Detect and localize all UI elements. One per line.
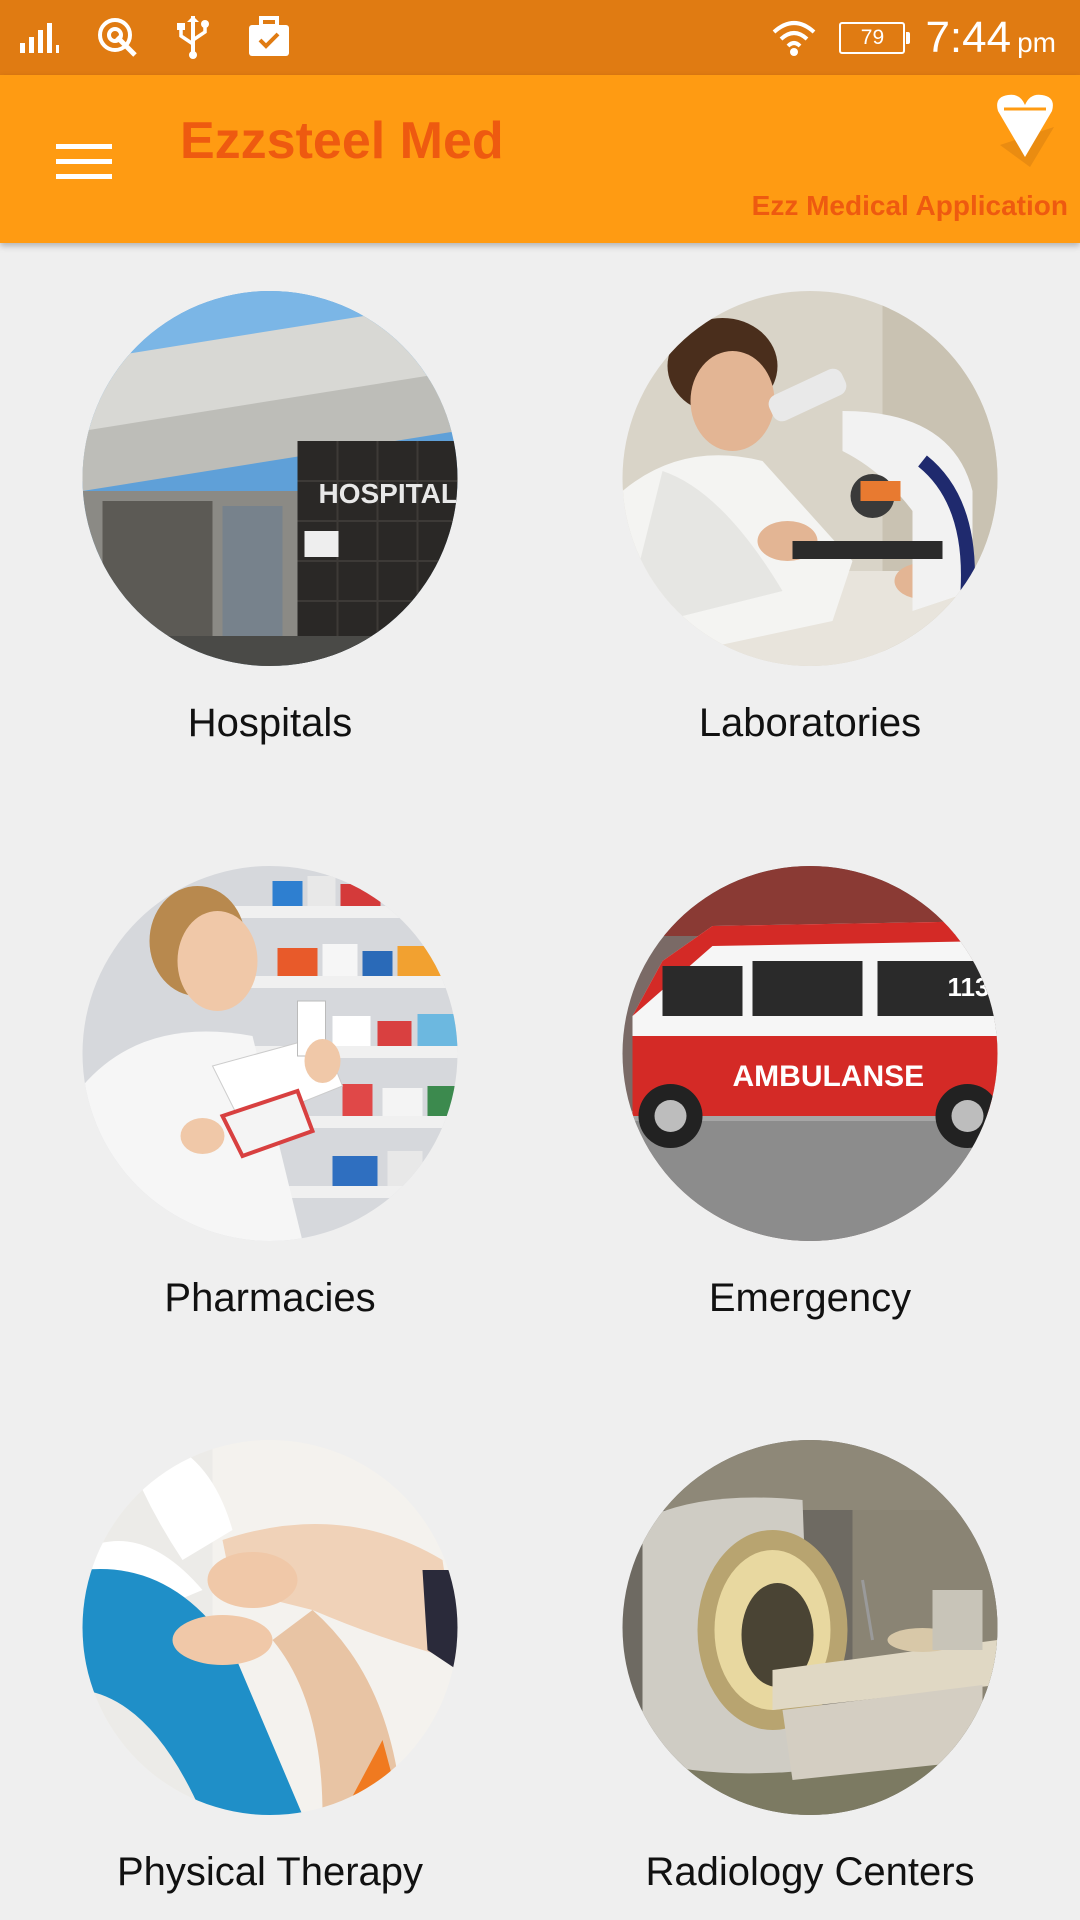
category-radiology-centers[interactable]: Radiology Centers bbox=[590, 1392, 1030, 1912]
category-laboratories[interactable]: Laboratories bbox=[590, 243, 1030, 763]
pharmacy-image bbox=[82, 866, 458, 1241]
ambulance-number: 113 bbox=[948, 972, 990, 1002]
category-label: Physical Therapy bbox=[116, 1850, 424, 1894]
usb-icon bbox=[168, 12, 218, 62]
status-bar: 79 7:44 pm bbox=[0, 0, 1080, 75]
category-label: Laboratories bbox=[698, 701, 922, 745]
physical-therapy-image bbox=[82, 1440, 458, 1815]
app-bar: Ezzsteel Med Ezz Medical Application bbox=[0, 75, 1080, 243]
clock-ampm: pm bbox=[1017, 27, 1056, 58]
category-label: Radiology Centers bbox=[645, 1850, 975, 1894]
category-physical-therapy[interactable]: Physical Therapy bbox=[50, 1392, 490, 1912]
signal-icon bbox=[16, 12, 66, 62]
battery-level: 79 bbox=[860, 26, 885, 49]
category-pharmacies[interactable]: Pharmacies bbox=[50, 818, 490, 1338]
clock-time: 7:44 bbox=[925, 13, 1012, 62]
category-label: Emergency bbox=[708, 1276, 912, 1320]
location-icon bbox=[92, 12, 142, 62]
laboratory-image bbox=[622, 291, 998, 666]
heart-logo-icon bbox=[997, 94, 1054, 167]
hamburger-icon[interactable] bbox=[48, 133, 120, 189]
app-title: Ezzsteel Med bbox=[180, 112, 504, 170]
battery-icon: 79 bbox=[839, 22, 911, 54]
work-briefcase-icon bbox=[244, 12, 294, 62]
ambulance-image: AMBULANSE 113 bbox=[622, 866, 998, 1241]
category-emergency[interactable]: AMBULANSE 113 Emergency bbox=[590, 818, 1030, 1338]
category-label: Pharmacies bbox=[164, 1276, 376, 1320]
category-label: Hospitals bbox=[187, 701, 353, 745]
hospital-image: HOSPITAL bbox=[82, 291, 458, 666]
clock: 7:44 pm bbox=[925, 13, 1056, 63]
ambulance-text: AMBULANSE bbox=[733, 1060, 925, 1093]
wifi-icon bbox=[769, 13, 819, 63]
app-subtitle: Ezz Medical Application bbox=[751, 190, 1068, 221]
radiology-image bbox=[622, 1440, 998, 1815]
category-hospitals[interactable]: HOSPITAL Hospitals bbox=[50, 243, 490, 763]
hospital-sign-text: HOSPITAL bbox=[319, 478, 458, 509]
